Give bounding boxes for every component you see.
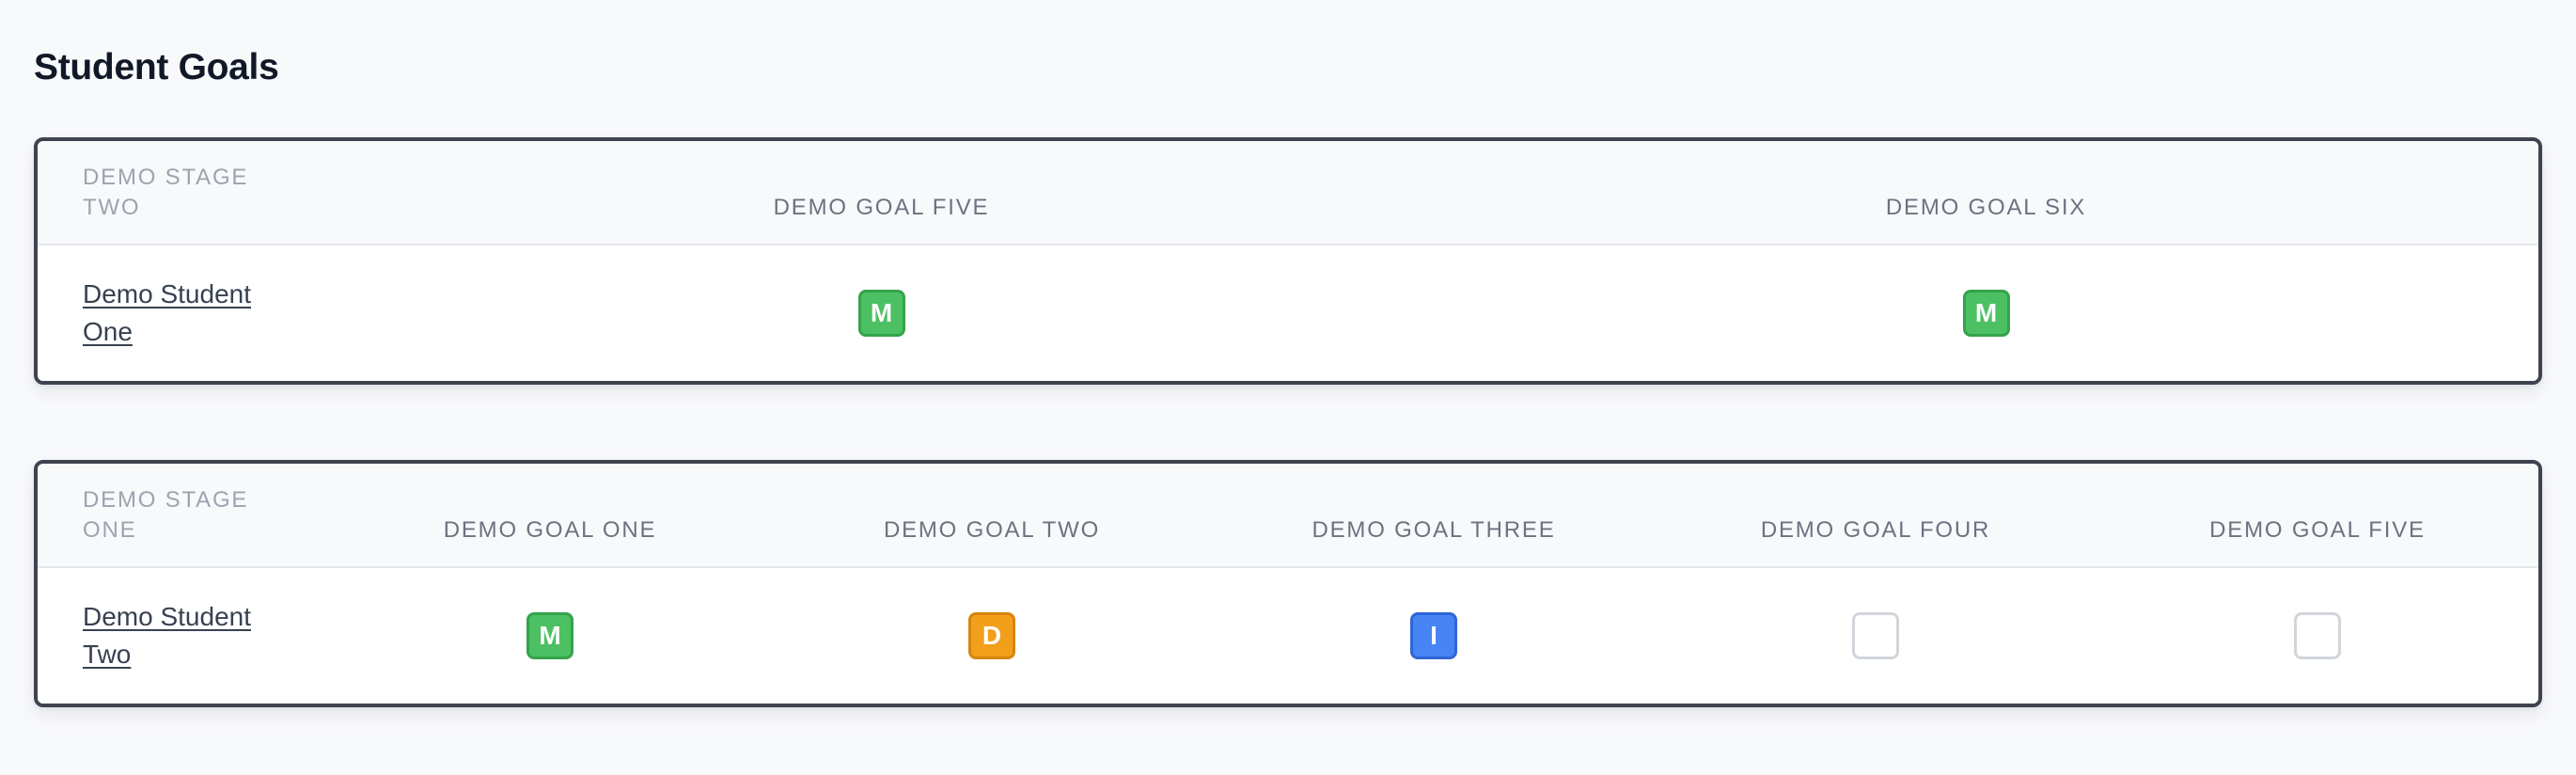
goal-status-cell [1655, 612, 2097, 659]
stage-card-two: DEMO STAGE TWO DEMO GOAL FIVE DEMO GOAL … [34, 137, 2542, 385]
stage-card-one: DEMO STAGE ONE DEMO GOAL ONE DEMO GOAL T… [34, 460, 2542, 707]
stage-label: DEMO STAGE TWO [83, 164, 249, 220]
page: Student Goals DEMO STAGE TWO DEMO GOAL F… [0, 0, 2576, 775]
goal-status-badge-developing[interactable]: D [968, 612, 1015, 659]
goal-column-header: DEMO GOAL FIVE [2209, 516, 2426, 543]
goal-status-badge-mastered[interactable]: M [857, 290, 905, 337]
goal-status-cell: M [329, 612, 771, 659]
goal-status-cell: I [1213, 612, 1655, 659]
goal-status-badge-empty[interactable] [2294, 612, 2341, 659]
goal-status-cell: M [329, 290, 1434, 337]
student-row: Demo Student Two M D I [38, 568, 2538, 704]
stage-label: DEMO STAGE ONE [83, 486, 249, 543]
goal-status-cell: M [1434, 290, 2538, 337]
goal-status-badge-mastered[interactable]: M [1962, 290, 2010, 337]
goal-column-header: DEMO GOAL FOUR [1760, 516, 1991, 543]
stage-header-cell: DEMO STAGE TWO [38, 163, 329, 223]
goal-status-cell: D [771, 612, 1213, 659]
goal-column-header: DEMO GOAL ONE [443, 516, 657, 543]
stage-card-header: DEMO STAGE ONE DEMO GOAL ONE DEMO GOAL T… [38, 464, 2538, 568]
student-row: Demo Student One M M [38, 245, 2538, 381]
goal-status-badge-mastered[interactable]: M [526, 612, 573, 659]
goal-column-header: DEMO GOAL FIVE [773, 194, 990, 220]
goal-column-header: DEMO GOAL THREE [1312, 516, 1556, 543]
student-cell: Demo Student One [38, 276, 329, 351]
stage-header-cell: DEMO STAGE ONE [38, 485, 329, 546]
goal-column-header: DEMO GOAL SIX [1885, 194, 2087, 220]
goal-status-cell [2097, 612, 2538, 659]
goal-status-badge-empty[interactable] [1852, 612, 1899, 659]
student-cell: Demo Student Two [38, 598, 329, 673]
goal-column-header: DEMO GOAL TWO [883, 516, 1101, 543]
stage-card-header: DEMO STAGE TWO DEMO GOAL FIVE DEMO GOAL … [38, 141, 2538, 245]
student-link[interactable]: Demo Student One [83, 276, 252, 351]
page-title: Student Goals [34, 47, 279, 87]
student-link[interactable]: Demo Student Two [83, 598, 252, 673]
goal-status-badge-introduced[interactable]: I [1410, 612, 1457, 659]
